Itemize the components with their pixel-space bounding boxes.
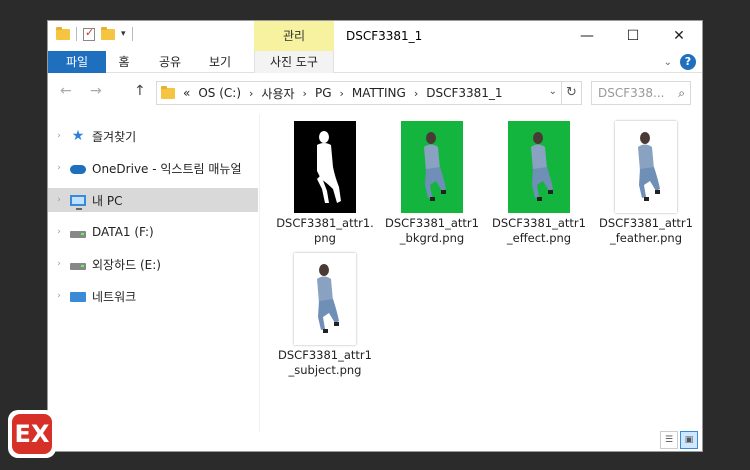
network-icon (70, 292, 86, 302)
file-tile[interactable]: DSCF3381_attr1 _effect.png (487, 121, 591, 246)
contextual-tab-group: 관리 (254, 21, 334, 51)
file-tile[interactable]: DSCF3381_attr1 _subject.png (273, 253, 377, 378)
up-arrow-icon[interactable]: ↑ (134, 83, 146, 99)
tab-view[interactable]: 보기 (200, 51, 240, 73)
file-thumbnail (615, 121, 677, 213)
search-placeholder: DSCF338... (598, 86, 665, 100)
large-icons-view-icon[interactable]: ▣ (680, 431, 698, 449)
file-tile[interactable]: DSCF3381_attr1 _bkgrd.png (380, 121, 484, 246)
explorer-window: ▾ 관리 DSCF3381_1 — ☐ ✕ 파일 홈 공유 보기 사진 도구 ⌄… (47, 20, 703, 452)
nav-item-label: DATA1 (F:) (92, 225, 154, 239)
nav-item-external-drive[interactable]: › 외장하드 (E:) (48, 252, 258, 276)
brand-text: More Better IT Life 익스트림 매뉴얼 (64, 418, 200, 451)
breadcrumb-pg[interactable]: PG (315, 86, 332, 100)
maximize-button[interactable]: ☐ (610, 21, 656, 51)
file-thumbnail (508, 121, 570, 213)
forward-arrow-icon[interactable]: → (90, 83, 102, 99)
nav-item-label: 네트워크 (92, 289, 137, 304)
details-view-icon[interactable]: ☰ (660, 431, 678, 449)
minimize-button[interactable]: — (564, 21, 610, 51)
new-folder-icon[interactable] (101, 26, 115, 40)
file-name: DSCF3381_attr1 _bkgrd.png (385, 216, 479, 245)
nav-item-label: 즐겨찾기 (92, 129, 137, 144)
nav-item-data1-drive[interactable]: › DATA1 (F:) (48, 220, 258, 244)
window-title: DSCF3381_1 (346, 29, 423, 43)
file-tile[interactable]: DSCF3381_attr1 _feather.png (594, 121, 698, 246)
breadcrumb-os-c[interactable]: OS (C:) (198, 86, 241, 100)
view-switcher: ☰ ▣ (660, 431, 698, 449)
subject-figure (531, 132, 553, 201)
title-bar: ▾ 관리 DSCF3381_1 — ☐ ✕ (48, 21, 702, 51)
expand-arrow-icon[interactable]: › (48, 259, 70, 269)
brand-tagline: More Better IT Life (64, 417, 142, 427)
file-name: DSCF3381_attr1 _subject.png (278, 348, 372, 377)
nav-item-network[interactable]: › 네트워크 (48, 284, 258, 308)
matte-silhouette (317, 131, 341, 203)
expand-arrow-icon[interactable]: › (48, 163, 70, 173)
breadcrumb-overflow[interactable]: « (183, 86, 190, 100)
drive-icon (70, 231, 86, 238)
ribbon-tabs: 파일 홈 공유 보기 사진 도구 ⌄ ? (48, 51, 702, 73)
nav-item-this-pc[interactable]: › 내 PC (48, 188, 258, 212)
back-arrow-icon[interactable]: ← (60, 83, 72, 99)
window-controls: — ☐ ✕ (564, 21, 702, 51)
address-history-dropdown-icon[interactable]: ⌄ (549, 86, 557, 97)
expand-arrow-icon[interactable]: › (48, 195, 70, 205)
quick-access-toolbar: ▾ (56, 26, 133, 41)
search-icon: ⌕ (678, 86, 685, 100)
breadcrumb-users[interactable]: 사용자 (261, 85, 294, 102)
expand-arrow-icon[interactable]: › (48, 227, 70, 237)
drive-icon (70, 263, 86, 270)
pc-icon (70, 194, 86, 210)
tab-home[interactable]: 홈 (106, 51, 142, 73)
toolbar-divider (76, 27, 77, 41)
breadcrumb-separator-icon[interactable]: › (340, 87, 344, 100)
nav-item-label: OneDrive - 익스트림 매뉴얼 (92, 161, 242, 176)
navigation-bar: ← → ↑ « OS (C:) › 사용자 › PG › MATTING › D… (48, 80, 702, 106)
file-thumbnail (294, 121, 356, 213)
tab-picture-tools[interactable]: 사진 도구 (254, 51, 334, 73)
nav-item-label: 외장하드 (E:) (92, 257, 161, 272)
onedrive-icon (70, 165, 86, 174)
help-icon[interactable]: ? (680, 54, 696, 70)
file-thumbnail (294, 253, 356, 345)
file-name: DSCF3381_attr1 _effect.png (492, 216, 586, 245)
search-input[interactable]: DSCF338... ⌕ (591, 81, 691, 105)
breadcrumb-separator-icon[interactable]: › (414, 87, 418, 100)
file-name: DSCF3381_attr1 _feather.png (599, 216, 693, 245)
customize-dropdown-icon[interactable]: ▾ (121, 29, 126, 39)
nav-item-label: 내 PC (92, 193, 123, 208)
file-thumbnail (401, 121, 463, 213)
file-name: DSCF3381_attr1. png (276, 216, 374, 245)
folder-icon (161, 85, 175, 99)
refresh-button[interactable]: ↻ (562, 81, 582, 105)
nav-item-onedrive[interactable]: › OneDrive - 익스트림 매뉴얼 (48, 156, 258, 180)
tab-file[interactable]: 파일 (48, 51, 106, 73)
subject-figure (638, 132, 660, 201)
brand-name: 익스트림 매뉴얼 (64, 426, 200, 451)
tab-share[interactable]: 공유 (150, 51, 190, 73)
breadcrumb-separator-icon[interactable]: › (303, 87, 307, 100)
address-bar[interactable]: « OS (C:) › 사용자 › PG › MATTING › DSCF338… (156, 81, 562, 105)
navigation-pane: › ★ 즐겨찾기 › OneDrive - 익스트림 매뉴얼 › 내 PC › … (48, 114, 258, 432)
toolbar-divider (131, 27, 133, 41)
pane-divider[interactable] (259, 114, 260, 432)
close-button[interactable]: ✕ (656, 21, 702, 51)
brand-logo-icon: EX (8, 410, 56, 458)
expand-ribbon-icon[interactable]: ⌄ (664, 57, 672, 68)
brand-watermark: EX More Better IT Life 익스트림 매뉴얼 (8, 410, 200, 458)
breadcrumb-separator-icon[interactable]: › (249, 87, 253, 100)
expand-arrow-icon[interactable]: › (48, 291, 70, 301)
star-icon: ★ (71, 128, 85, 144)
expand-arrow-icon[interactable]: › (48, 131, 70, 141)
ribbon-controls: ⌄ ? (664, 54, 696, 70)
subject-figure (317, 264, 339, 333)
breadcrumb-matting[interactable]: MATTING (352, 86, 406, 100)
subject-figure (424, 132, 446, 201)
breadcrumb-current[interactable]: DSCF3381_1 (426, 86, 502, 100)
properties-icon[interactable] (83, 26, 95, 41)
folder-icon[interactable] (56, 26, 70, 40)
file-tile[interactable]: DSCF3381_attr1. png (273, 121, 377, 246)
nav-item-quick-access[interactable]: › ★ 즐겨찾기 (48, 124, 258, 148)
